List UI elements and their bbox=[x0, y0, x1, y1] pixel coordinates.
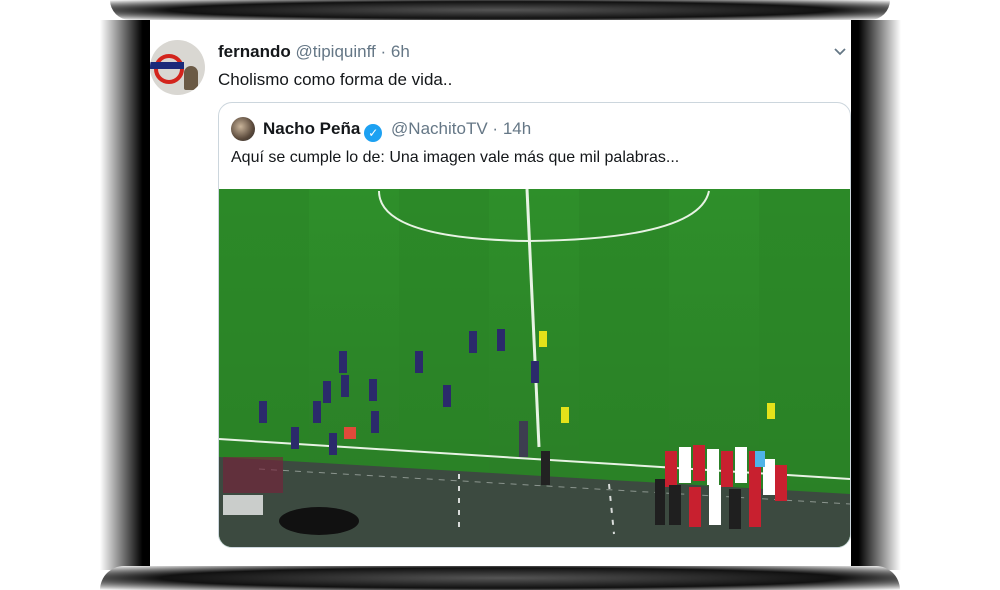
avatar[interactable] bbox=[150, 40, 205, 95]
tweet-card[interactable]: fernando @tipiquinff · 6h Cholismo como … bbox=[150, 30, 851, 558]
avatar-person bbox=[184, 66, 198, 90]
frame-top bbox=[110, 0, 890, 20]
quoted-avatar[interactable] bbox=[231, 117, 255, 141]
frame-right bbox=[851, 20, 901, 570]
display-name[interactable]: fernando bbox=[218, 42, 291, 61]
frame-left bbox=[100, 20, 150, 570]
tweet-header: fernando @tipiquinff · 6h bbox=[218, 42, 410, 62]
quoted-separator: · bbox=[492, 119, 499, 138]
football-pitch-photo[interactable] bbox=[219, 189, 850, 547]
quoted-display-name[interactable]: Nacho Peña bbox=[263, 119, 360, 138]
quoted-tweet-text: Aquí se cumple lo de: Una imagen vale má… bbox=[231, 149, 680, 166]
tweet-text: Cholismo como forma de vida.. bbox=[218, 70, 453, 89]
frame-bottom bbox=[100, 566, 900, 590]
quoted-tweet[interactable]: Nacho Peña ✓ @NachitoTV · 14h Aquí se cum… bbox=[218, 102, 851, 548]
timestamp[interactable]: 6h bbox=[391, 42, 410, 61]
verified-badge-icon: ✓ bbox=[364, 124, 383, 142]
chevron-down-icon[interactable] bbox=[833, 44, 847, 58]
roundel-bar bbox=[150, 62, 184, 69]
london-underground-roundel-icon bbox=[154, 54, 184, 84]
quoted-user-handle[interactable]: @NachitoTV bbox=[391, 119, 488, 138]
quoted-timestamp[interactable]: 14h bbox=[503, 119, 531, 138]
separator: · bbox=[380, 42, 387, 61]
user-handle[interactable]: @tipiquinff bbox=[295, 42, 375, 61]
quoted-tweet-header: Nacho Peña ✓ @NachitoTV · 14h bbox=[263, 119, 531, 142]
